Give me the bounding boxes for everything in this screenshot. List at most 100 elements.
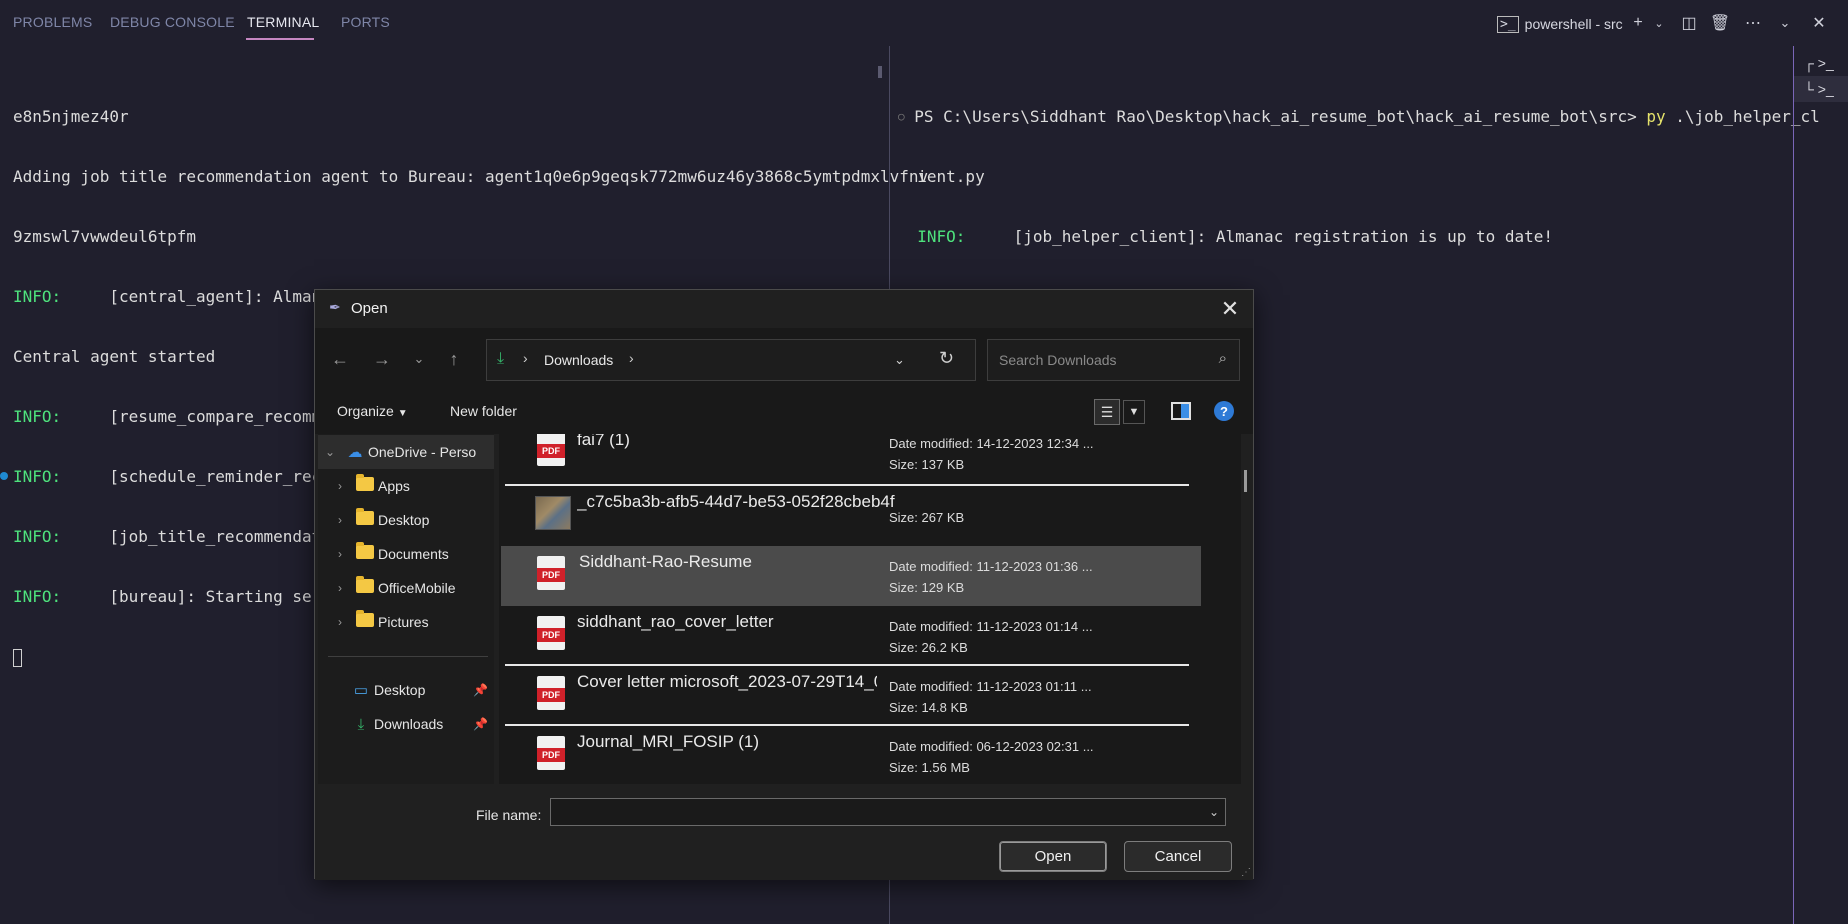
cancel-button[interactable]: Cancel (1124, 841, 1232, 872)
file-size: Size: 137 KB (889, 457, 965, 472)
nav-item-apps[interactable]: › Apps (318, 469, 494, 503)
chevron-right-icon[interactable]: › (328, 513, 352, 527)
terminal-line: ○ PS C:\Users\Siddhant Rao\Desktop\hack_… (898, 107, 1820, 126)
terminal-line: e8n5njmez40r (13, 107, 129, 126)
file-name-dropdown-chevron-icon[interactable]: ⌄ (1209, 805, 1219, 819)
folder-icon (352, 542, 378, 563)
search-box[interactable]: Search Downloads ⌕ (987, 339, 1240, 381)
details-view-icon[interactable]: ☰ (1094, 399, 1120, 425)
forward-arrow-icon[interactable]: → (369, 346, 395, 372)
refresh-icon[interactable]: ↻ (939, 348, 954, 369)
tab-debug-console[interactable]: DEBUG CONSOLE (110, 14, 235, 30)
nav-item-documents[interactable]: › Documents (318, 537, 494, 571)
file-row[interactable]: PDF siddhant_rao_cover_letter Date modif… (499, 606, 1199, 666)
dialog-footer: File name: ⌄ Open Cancel ⋰ (315, 784, 1253, 880)
help-icon[interactable]: ? (1214, 401, 1234, 421)
file-name: siddhant_rao_cover_letter (577, 612, 774, 631)
file-modified: Date modified: 11-12-2023 01:36 ... (889, 559, 1093, 574)
folder-icon (352, 474, 378, 495)
panel-tab-bar: PROBLEMS DEBUG CONSOLE TERMINAL PORTS >_… (0, 0, 1848, 46)
quick-access-desktop[interactable]: ▭ Desktop 📌 (318, 673, 494, 707)
folder-icon (352, 508, 378, 529)
file-row[interactable]: PDF fai7 (1) Date modified: 14-12-2023 1… (499, 434, 1199, 486)
preview-pane-icon[interactable] (1171, 402, 1191, 420)
breadcrumb-chevron-icon[interactable]: › (629, 350, 634, 366)
file-modified: Date modified: 14-12-2023 12:34 ... (889, 436, 1094, 451)
new-folder-button[interactable]: New folder (450, 403, 517, 419)
maximize-panel-chevron-icon[interactable]: ⌄ (1774, 12, 1796, 34)
file-row[interactable]: PDF Journal_MRI_FOSIP (1) Date modified:… (499, 726, 1199, 784)
address-dropdown-chevron-icon[interactable]: ⌄ (894, 352, 905, 368)
view-options-dropdown-icon[interactable]: ▼ (1123, 400, 1145, 424)
downloads-icon: ⤓ (357, 715, 365, 733)
pin-icon[interactable]: 📌 (473, 683, 488, 697)
file-row-selected[interactable]: PDF Siddhant-Rao-Resume Date modified: 1… (501, 546, 1201, 606)
pin-icon[interactable]: 📌 (473, 717, 488, 731)
feather-app-icon: ✒ (329, 299, 341, 315)
breadcrumb-chevron-icon[interactable]: › (523, 350, 528, 366)
kill-terminal-trash-icon[interactable]: 🗑 (1709, 12, 1731, 34)
status-dot (0, 472, 8, 480)
chevron-down-icon: ▼ (397, 408, 408, 419)
nav-divider (328, 656, 488, 657)
address-bar[interactable]: ⤓ › Downloads › ⌄ ↻ (486, 339, 976, 381)
chevron-right-icon[interactable]: › (328, 615, 352, 629)
recent-locations-chevron-icon[interactable]: ⌄ (406, 346, 432, 372)
dialog-close-icon[interactable]: ✕ (1215, 294, 1245, 324)
open-button[interactable]: Open (999, 841, 1107, 872)
file-row[interactable]: PDF Cover letter microsoft_2023-07-29T14… (499, 666, 1199, 726)
chevron-right-icon[interactable]: › (328, 581, 352, 595)
terminal-line: ient.py (917, 167, 985, 186)
dialog-title-bar[interactable]: ✒ Open ✕ (315, 290, 1253, 328)
file-size: Size: 267 KB (889, 510, 965, 525)
nav-item-pictures[interactable]: › Pictures (318, 605, 494, 639)
cloud-icon: ☁ (347, 444, 363, 461)
file-name-input[interactable]: ⌄ (550, 798, 1226, 826)
left-terminal-scrollbar[interactable] (878, 66, 882, 78)
tab-problems[interactable]: PROBLEMS (13, 14, 92, 30)
resize-grip-icon[interactable]: ⋰ (1241, 867, 1251, 878)
command-decoration-circle-icon: ○ (898, 110, 905, 123)
file-size: Size: 1.56 MB (889, 760, 970, 775)
pdf-file-icon: PDF (537, 616, 567, 650)
chevron-right-icon[interactable]: › (328, 547, 352, 561)
terminal-list-item-2[interactable]: └ >_ (1794, 76, 1848, 102)
terminal-name: powershell - src (1524, 16, 1623, 32)
active-tab-indicator (246, 38, 314, 40)
open-file-dialog: ✒ Open ✕ ← → ⌄ ↑ ⤓ › Downloads › ⌄ ↻ Sea… (314, 289, 1254, 880)
back-arrow-icon[interactable]: ← (327, 346, 353, 372)
more-actions-ellipsis-icon[interactable]: ⋯ (1742, 12, 1764, 34)
new-terminal-chevron-down-icon[interactable]: ⌄ (1648, 12, 1670, 34)
file-list-scrollbar[interactable] (1244, 470, 1247, 492)
up-arrow-icon[interactable]: ↑ (441, 346, 467, 372)
nav-item-onedrive[interactable]: ⌄ ☁ OneDrive - Perso (318, 435, 494, 469)
terminal-cursor (13, 648, 22, 667)
chevron-down-icon[interactable]: ⌄ (318, 445, 342, 459)
terminal-line: 9zmswl7vwwdeul6tpfm (13, 227, 197, 246)
vscode-window: PROBLEMS DEBUG CONSOLE TERMINAL PORTS >_… (0, 0, 1848, 924)
nav-item-officemobile[interactable]: › OfficeMobile (318, 571, 494, 605)
file-size: Size: 26.2 KB (889, 640, 968, 655)
dialog-title: Open (351, 300, 388, 317)
folder-icon (352, 576, 378, 597)
organize-button[interactable]: Organize ▼ (337, 403, 408, 419)
terminal-split-icon: ┌ >_ (1804, 55, 1834, 71)
file-row[interactable]: _c7c5ba3b-afb5-44d7-be53-052f28cbeb4f Si… (499, 486, 1199, 546)
tab-ports[interactable]: PORTS (341, 14, 390, 30)
downloads-icon: ⤓ (497, 350, 505, 367)
tab-terminal[interactable]: TERMINAL (247, 14, 319, 30)
split-terminal-icon[interactable]: ◫ (1678, 12, 1700, 34)
nav-item-desktop[interactable]: › Desktop (318, 503, 494, 537)
close-panel-icon[interactable]: ✕ (1808, 12, 1830, 34)
search-icon: ⌕ (1218, 350, 1227, 367)
chevron-right-icon[interactable]: › (328, 479, 352, 493)
file-name: Cover letter microsoft_2023-07-29T14_0..… (577, 672, 877, 691)
breadcrumb-downloads[interactable]: Downloads (544, 352, 613, 368)
terminal-icon: >_ (1497, 15, 1519, 33)
pdf-file-icon: PDF (537, 556, 567, 590)
terminal-list-item-1[interactable]: ┌ >_ (1794, 50, 1848, 76)
quick-access-downloads[interactable]: ⤓ Downloads 📌 (318, 707, 494, 741)
terminal-selector[interactable]: >_ powershell - src (1497, 12, 1623, 36)
new-terminal-plus-icon[interactable]: + (1627, 12, 1649, 34)
terminal-tabs-list: ┌ >_ └ >_ (1793, 46, 1848, 924)
